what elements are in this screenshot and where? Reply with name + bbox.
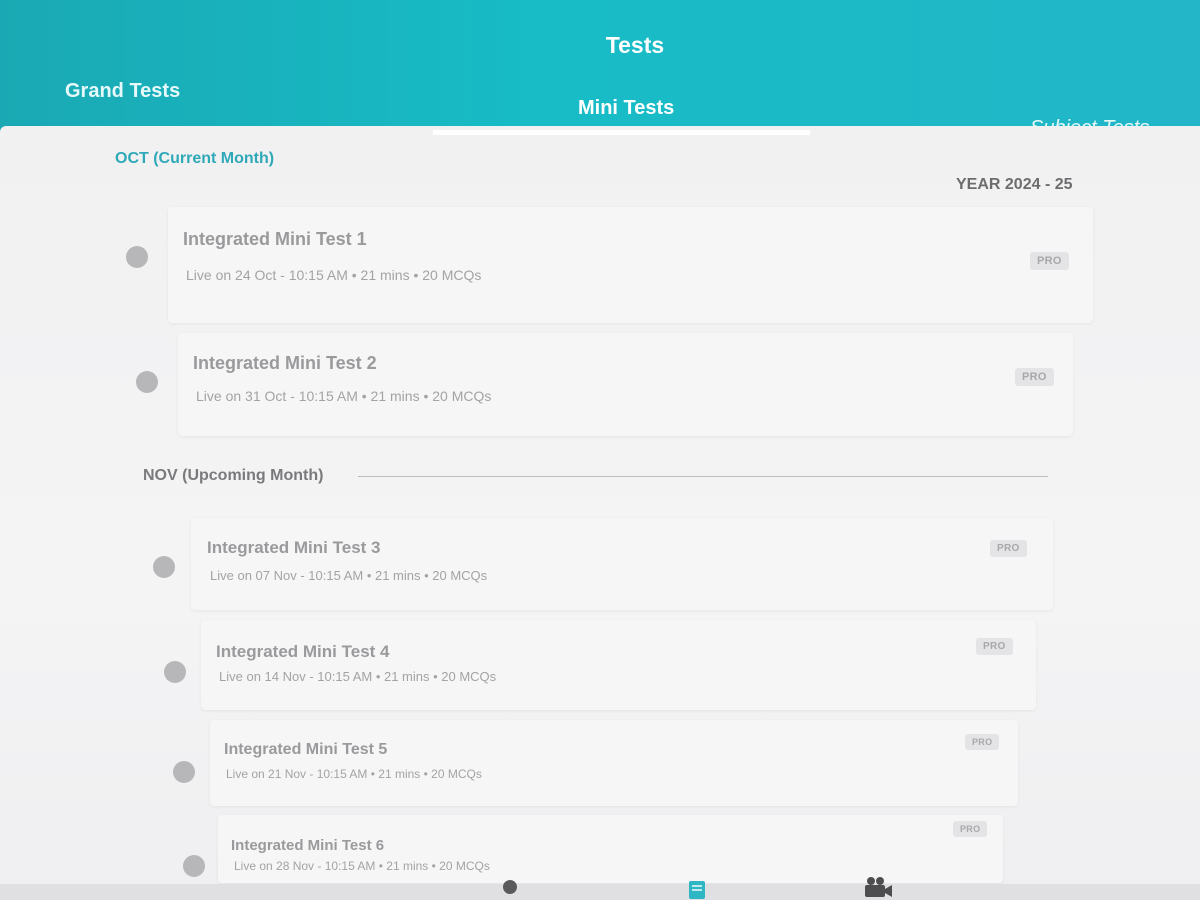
profile-icon[interactable] — [499, 878, 521, 900]
test-title: Integrated Mini Test 5 — [224, 741, 388, 758]
test-meta: Live on 31 Oct - 10:15 AM • 21 mins • 20… — [196, 388, 492, 404]
video-icon[interactable] — [863, 876, 893, 900]
bottom-nav — [0, 884, 1200, 900]
test-status-dot[interactable] — [173, 761, 195, 783]
year-label: YEAR 2024 - 25 — [956, 176, 1073, 193]
upcoming-month-label: NOV (Upcoming Month) — [143, 467, 324, 484]
test-status-dot[interactable] — [153, 556, 175, 578]
test-status-dot[interactable] — [164, 661, 186, 683]
test-title: Integrated Mini Test 6 — [231, 837, 385, 854]
test-status-dot[interactable] — [136, 371, 158, 393]
test-status-dot[interactable] — [183, 855, 205, 877]
test-meta: Live on 14 Nov - 10:15 AM • 21 mins • 20… — [219, 669, 497, 684]
test-meta: Live on 28 Nov - 10:15 AM • 21 mins • 20… — [234, 859, 490, 873]
test-title: Integrated Mini Test 1 — [183, 229, 367, 249]
pro-badge: PRO — [976, 638, 1013, 655]
test-card[interactable]: Integrated Mini Test 3 Live on 07 Nov - … — [191, 518, 1053, 610]
test-meta: Live on 07 Nov - 10:15 AM • 21 mins • 20… — [210, 568, 488, 583]
tests-icon[interactable] — [688, 880, 706, 900]
test-title: Integrated Mini Test 2 — [193, 353, 377, 373]
pro-badge: PRO — [965, 734, 1000, 750]
tab-mini-tests[interactable]: Mini Tests — [578, 97, 674, 120]
test-meta: Live on 24 Oct - 10:15 AM • 21 mins • 20… — [186, 267, 482, 283]
pro-badge: PRO — [953, 821, 988, 837]
test-card[interactable]: Integrated Mini Test 2 Live on 31 Oct - … — [178, 333, 1073, 436]
page-title: Tests — [605, 32, 665, 58]
test-card[interactable]: Integrated Mini Test 6 Live on 28 Nov - … — [218, 815, 1003, 883]
section-divider — [358, 476, 1048, 477]
tab-grand-tests[interactable]: Grand Tests — [65, 80, 180, 103]
test-title: Integrated Mini Test 3 — [207, 538, 381, 557]
pro-badge: PRO — [1015, 368, 1054, 386]
test-card[interactable]: Integrated Mini Test 4 Live on 14 Nov - … — [201, 620, 1036, 710]
test-status-dot[interactable] — [126, 246, 148, 268]
test-card[interactable]: Integrated Mini Test 5 Live on 21 Nov - … — [210, 720, 1018, 806]
pro-badge: PRO — [1030, 252, 1069, 270]
test-card[interactable]: Integrated Mini Test 1 Live on 24 Oct - … — [168, 207, 1093, 323]
pro-badge: PRO — [990, 540, 1027, 557]
test-meta: Live on 21 Nov - 10:15 AM • 21 mins • 20… — [226, 767, 482, 781]
test-title: Integrated Mini Test 4 — [216, 642, 390, 661]
current-month-label: OCT (Current Month) — [115, 150, 275, 167]
active-tab-indicator — [433, 130, 810, 135]
